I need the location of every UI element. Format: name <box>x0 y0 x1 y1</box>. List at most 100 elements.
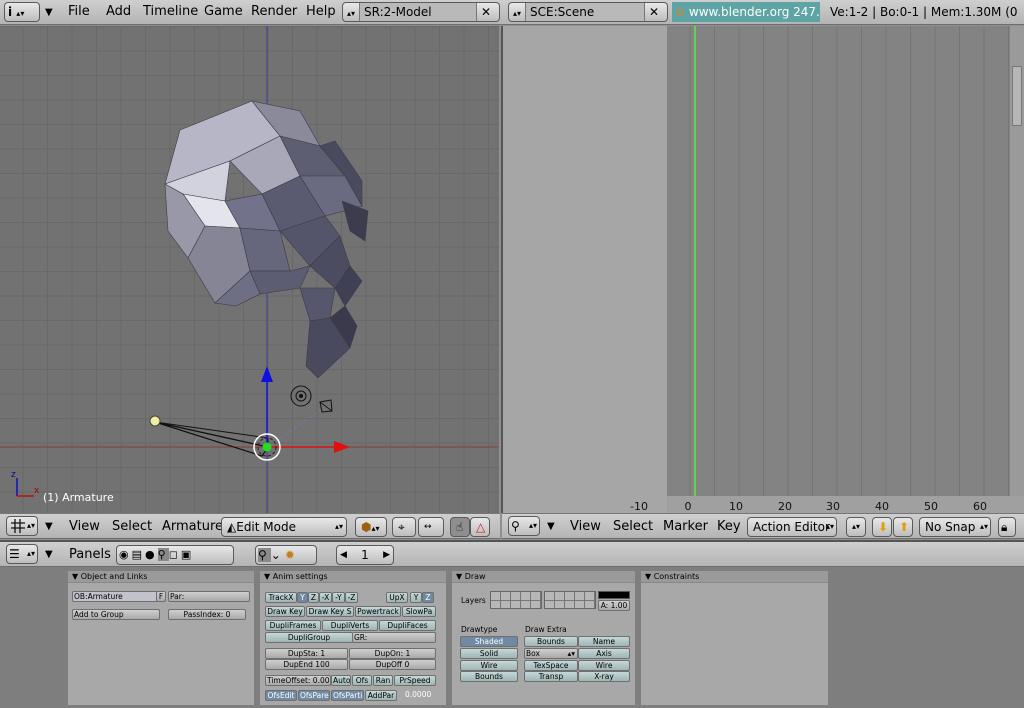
menu-view[interactable]: View <box>69 516 100 538</box>
powertrack-button[interactable]: Powertrack <box>355 606 401 617</box>
rand-button[interactable]: Ran <box>373 675 393 686</box>
xray-button[interactable]: X-ray <box>578 671 630 682</box>
ofs-edit-button[interactable]: OfsEdit <box>265 690 297 701</box>
dupliverts-button[interactable]: DupliVerts <box>322 620 378 631</box>
pass-index-field[interactable]: PassIndex: 0 <box>168 609 246 620</box>
scene-selector[interactable]: ▴▾ SCE:Scene ✕ <box>508 2 668 22</box>
scene-icon[interactable]: ▣ <box>181 548 194 561</box>
track-z-button[interactable]: Z <box>308 592 319 603</box>
menu-help[interactable]: Help <box>306 1 336 23</box>
menu-view[interactable]: View <box>570 516 601 538</box>
transp-button[interactable]: Transp <box>524 671 578 682</box>
blender-url-badge[interactable]: ⊙ www.blender.org 247.1 <box>672 2 820 22</box>
collapse-menu-icon[interactable]: ▼ <box>45 7 53 18</box>
prspeed-button[interactable]: PrSpeed <box>394 675 436 686</box>
timeline-area[interactable] <box>667 26 1010 496</box>
object-name-field[interactable]: OB:Armature <box>72 591 160 602</box>
color-swatch[interactable] <box>598 591 630 599</box>
parent-field[interactable]: Par: <box>168 591 250 602</box>
track-y-button[interactable]: Y <box>297 592 308 603</box>
lock-button[interactable]: 🔒︎ <box>998 517 1016 537</box>
layer-buttons-left[interactable] <box>490 591 542 609</box>
track-neg-y-button[interactable]: -Y <box>332 592 345 603</box>
armature-bone[interactable] <box>149 405 327 457</box>
track-x-button[interactable]: TrackX <box>265 592 297 603</box>
draw-key-button[interactable]: Draw Key <box>265 606 305 617</box>
dup-on-field[interactable]: DupOn: 1 <box>349 648 436 659</box>
context-buttons[interactable]: ◉▤●⚲◻▣ <box>116 545 234 565</box>
dupliframes-button[interactable]: DupliFrames <box>265 620 321 631</box>
lamp-icon[interactable] <box>290 385 312 407</box>
screen-selector[interactable]: ▴▾ SR:2-Model ✕ <box>342 2 500 22</box>
vertical-scrollbar[interactable] <box>1010 26 1024 496</box>
group-field[interactable]: GR: <box>352 632 436 643</box>
drawtype-shaded-button[interactable]: Shaded <box>460 636 518 647</box>
up-x-button[interactable]: UpX <box>386 592 408 603</box>
editing-icon[interactable]: ◻ <box>169 548 181 561</box>
3d-viewport[interactable]: z x (1) Armature <box>0 26 499 513</box>
close-icon[interactable]: ✕ <box>477 3 495 21</box>
track-neg-z-button[interactable]: -Z <box>345 592 358 603</box>
manipulator-button[interactable]: ↔ <box>418 517 444 537</box>
draw-type-button[interactable]: ⬢▴▾ <box>355 517 387 537</box>
menu-game[interactable]: Game <box>204 1 243 23</box>
menu-key[interactable]: Key <box>717 516 741 538</box>
panel-title[interactable]: ▼ Anim settings <box>260 571 446 583</box>
ofs-button[interactable]: Ofs <box>352 675 372 686</box>
drawtype-bounds-button[interactable]: Bounds <box>460 671 518 682</box>
drawtype-wire-button[interactable]: Wire <box>460 660 518 671</box>
bounds-type-select[interactable]: Box ▴▾ <box>524 648 578 659</box>
object-props-icon[interactable]: ⚲ <box>258 548 271 562</box>
channel-list[interactable] <box>503 26 667 513</box>
translate-widget-button[interactable]: △ <box>470 517 490 537</box>
action-editor[interactable] <box>501 26 1024 513</box>
add-to-group-button[interactable]: Add to Group <box>72 609 160 620</box>
frame-number-field[interactable]: ◀ 1 ▶ <box>336 545 394 565</box>
slowpar-button[interactable]: SlowPa <box>402 606 436 617</box>
menu-render[interactable]: Render <box>251 1 297 23</box>
fake-user-button[interactable]: F <box>156 591 166 602</box>
menu-add[interactable]: Add <box>106 1 131 23</box>
dupligroup-button[interactable]: DupliGroup <box>265 632 353 643</box>
name-button[interactable]: Name <box>578 636 630 647</box>
time-offset-field[interactable]: TimeOffset: 0.00 <box>265 675 331 686</box>
menu-select[interactable]: Select <box>112 516 152 538</box>
editor-type-button[interactable]: ⚲ ▴▾ <box>508 516 540 536</box>
panel-title[interactable]: ▼ Draw <box>452 571 635 583</box>
menu-marker[interactable]: Marker <box>663 516 708 538</box>
alpha-field[interactable]: A: 1.00 <box>598 600 630 611</box>
up-y-button[interactable]: Y <box>410 592 422 603</box>
snap-selector[interactable]: No Snap ▴▾ <box>919 517 991 537</box>
mode-selector[interactable]: ◭Edit Mode ▴▾ <box>221 517 347 537</box>
object-icon[interactable]: ⚲ <box>157 548 169 561</box>
transform-manipulator[interactable] <box>253 366 350 461</box>
track-neg-x-button[interactable]: -X <box>319 592 332 603</box>
extra-bounds-button[interactable]: Bounds <box>524 636 578 647</box>
dup-start-field[interactable]: DupSta: 1 <box>265 648 348 659</box>
auto-button[interactable]: Auto <box>331 675 351 686</box>
editor-mode-selector[interactable]: Action Editor ▴▾ <box>747 517 837 537</box>
up-z-button[interactable]: Z <box>422 592 434 603</box>
menu-file[interactable]: File <box>68 1 90 23</box>
action-browse-button[interactable]: ▴▾ <box>846 517 866 537</box>
paste-pose-button[interactable]: ⬆ <box>893 517 913 537</box>
widget-hand-button[interactable]: ☝ <box>450 517 470 537</box>
camera-icon[interactable] <box>319 399 333 413</box>
script-icon[interactable]: ▤ <box>132 548 145 561</box>
physics-icon[interactable]: ⌄ <box>271 548 285 562</box>
texspace-button[interactable]: TexSpace <box>524 660 578 671</box>
pivot-button[interactable]: ⌖ <box>392 517 416 537</box>
scroll-thumb[interactable] <box>1012 66 1022 126</box>
menu-select[interactable]: Select <box>613 516 653 538</box>
add-par-button[interactable]: AddPar <box>365 690 397 701</box>
drawtype-solid-button[interactable]: Solid <box>460 648 518 659</box>
ofs-particle-button[interactable]: OfsParti <box>331 690 364 701</box>
editor-type-button[interactable]: ☰ ▴▾ <box>6 544 38 564</box>
particles-icon[interactable]: ✹ <box>285 548 299 562</box>
shading-icon[interactable]: ● <box>145 548 158 561</box>
axis-button[interactable]: Axis <box>578 648 630 659</box>
close-icon[interactable]: ✕ <box>645 3 663 21</box>
copy-pose-button[interactable]: ⬇ <box>872 517 892 537</box>
layer-buttons-right[interactable] <box>544 591 596 609</box>
panel-title[interactable]: ▼ Constraints <box>641 571 828 583</box>
